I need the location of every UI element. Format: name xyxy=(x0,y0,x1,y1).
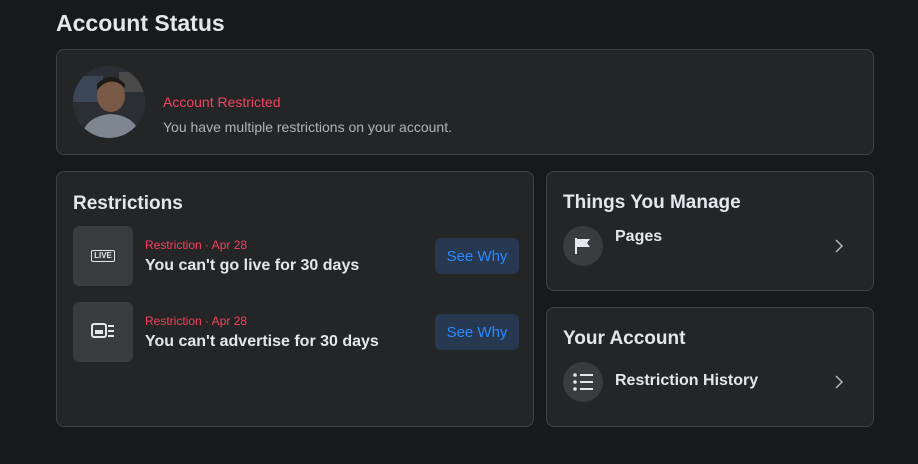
page-title: Account Status xyxy=(56,10,225,36)
flag-icon-circle xyxy=(563,226,603,266)
chevron-right-icon xyxy=(835,239,844,253)
manage-item-label: Pages xyxy=(615,228,663,245)
status-description: You have multiple restrictions on your a… xyxy=(163,119,452,135)
chevron-right-icon xyxy=(835,375,844,389)
avatar[interactable] xyxy=(73,66,145,138)
restriction-icon-box xyxy=(73,302,133,362)
account-item-restriction-history[interactable]: Restriction History xyxy=(563,362,859,404)
see-why-button[interactable]: See Why xyxy=(435,314,519,350)
manage-item-pages[interactable]: Pages xyxy=(563,226,859,268)
things-you-manage-card: Things You Manage Pages xyxy=(546,171,874,291)
restriction-text: You can't go live for 30 days xyxy=(145,257,360,274)
restriction-meta: Restriction · Apr 28 xyxy=(145,314,248,328)
avatar-image xyxy=(73,66,145,138)
restrictions-card: Restrictions LIVE Restriction · Apr 28 Y… xyxy=(56,171,534,427)
account-item-label: Restriction History xyxy=(615,372,759,389)
advertise-icon xyxy=(91,323,114,338)
things-you-manage-heading: Things You Manage xyxy=(563,192,741,213)
restriction-text: You can't advertise for 30 days xyxy=(145,333,379,350)
restriction-meta: Restriction · Apr 28 xyxy=(145,238,248,252)
restriction-icon-box: LIVE xyxy=(73,226,133,286)
see-why-button[interactable]: See Why xyxy=(435,238,519,274)
restriction-item: Restriction · Apr 28 You can't advertise… xyxy=(73,302,519,362)
live-icon: LIVE xyxy=(91,250,115,262)
your-account-heading: Your Account xyxy=(563,328,686,349)
restrictions-heading: Restrictions xyxy=(73,193,183,214)
flag-icon xyxy=(575,238,590,254)
status-title: Account Restricted xyxy=(163,94,281,110)
account-status-card: Account Restricted You have multiple res… xyxy=(56,49,874,155)
restriction-item: LIVE Restriction · Apr 28 You can't go l… xyxy=(73,226,519,286)
your-account-card: Your Account Restriction History xyxy=(546,307,874,427)
list-icon xyxy=(573,373,593,391)
list-icon-circle xyxy=(563,362,603,402)
